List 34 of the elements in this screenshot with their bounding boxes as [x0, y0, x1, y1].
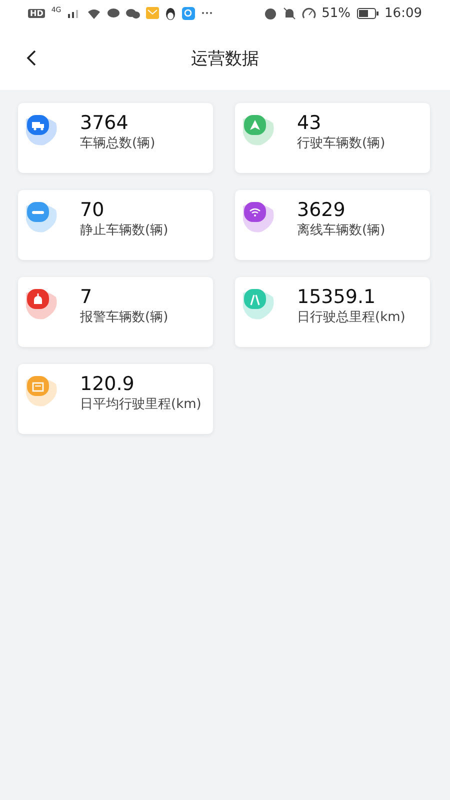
page-title: 运营数据: [191, 48, 259, 70]
stat-label: 行驶车辆数(辆): [297, 135, 386, 152]
stat-label: 报警车辆数(辆): [80, 309, 168, 326]
stat-card[interactable]: 3764 车辆总数(辆): [18, 103, 213, 173]
stat-value: 15359.1: [297, 285, 376, 309]
stat-value: 7: [80, 285, 92, 309]
stat-card[interactable]: 120.9 日平均行驶里程(km): [18, 364, 213, 434]
stat-label: 静止车辆数(辆): [80, 222, 168, 239]
stat-card[interactable]: 43 行驶车辆数(辆): [235, 103, 430, 173]
stat-card[interactable]: 15359.1 日行驶总里程(km): [235, 277, 430, 347]
stat-value: 120.9: [80, 372, 134, 396]
stat-value: 43: [297, 111, 322, 135]
stat-label: 日行驶总里程(km): [297, 309, 406, 326]
more-icon: [201, 11, 214, 15]
battery-icon: [356, 8, 379, 18]
clock-time: 16:09: [384, 6, 422, 20]
mail-icon: [146, 7, 160, 19]
chat-icon: [126, 8, 140, 18]
stat-label: 离线车辆数(辆): [297, 222, 386, 239]
battery-percent: 51%: [322, 6, 351, 20]
stat-value: 3764: [80, 111, 128, 135]
stat-value: 70: [80, 198, 104, 222]
stat-label: 日平均行驶里程(km): [80, 396, 202, 413]
stat-label: 车辆总数(辆): [80, 135, 156, 152]
stat-card[interactable]: 3629 离线车辆数(辆): [235, 190, 430, 260]
wifi-icon: [87, 8, 102, 18]
stat-value: 3629: [297, 198, 346, 222]
search-icon: [182, 6, 196, 20]
chat-icon: [107, 8, 120, 18]
hd-icon: HD: [28, 8, 46, 18]
mute-icon: [282, 6, 296, 20]
stat-card[interactable]: 70 静止车辆数(辆): [18, 190, 213, 260]
gauge-icon: [302, 6, 316, 20]
stat-card[interactable]: 7 报警车辆数(辆): [18, 277, 213, 347]
